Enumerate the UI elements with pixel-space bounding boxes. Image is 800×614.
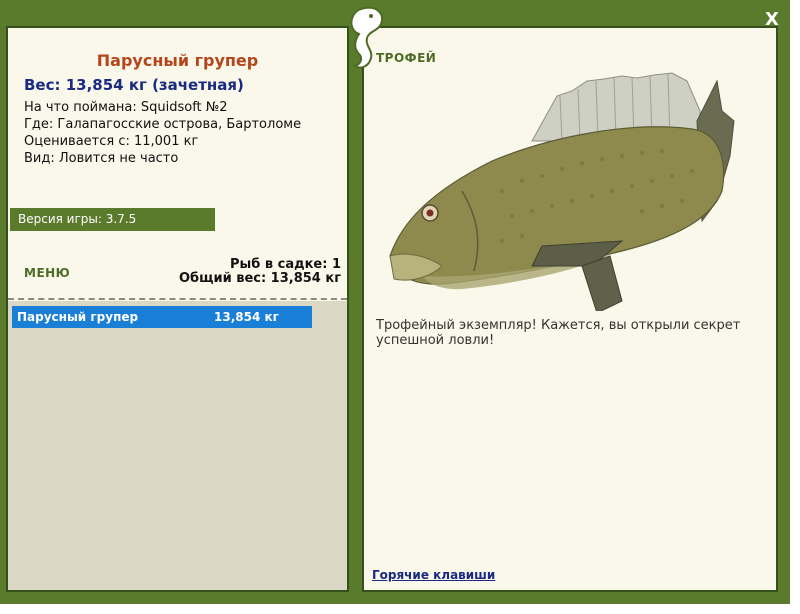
fish-weight: Вес: 13,854 кг (зачетная)	[24, 76, 244, 94]
close-icon: X	[765, 9, 779, 30]
catch-item-weight: 13,854 кг	[214, 310, 279, 324]
seahorse-logo-icon	[350, 6, 383, 69]
catch-item-name: Парусный групер	[17, 310, 139, 324]
fish-name-title: Парусный групер	[96, 51, 259, 70]
fish-location-info: Где: Галапагосские острова, Бартоломе	[24, 117, 302, 132]
total-weight-stat: Общий вес: 13,854 кг	[178, 271, 341, 286]
left-panel: Парусный групер Вес: 13,854 кг (зачетная…	[6, 26, 349, 592]
fish-rating-info: Оценивается с: 11,001 кг	[24, 134, 199, 149]
trophy-description: Трофейный экземпляр! Кажется, вы открыли…	[376, 318, 741, 348]
menu-button[interactable]: МЕНЮ	[24, 266, 70, 280]
fish-info-window: Парусный групер Вес: 13,854 кг (зачетная…	[0, 0, 790, 604]
right-panel: ТРОФЕЙ Трофейный экземпляр! Кажется, вы …	[362, 26, 778, 592]
hotkeys-link[interactable]: Горячие клавиши	[372, 568, 495, 582]
fish-rarity-info: Вид: Ловится не часто	[24, 151, 179, 166]
catch-list: Парусный групер 13,854 кг	[8, 301, 347, 590]
catch-list-item[interactable]: Парусный групер 13,854 кг	[12, 306, 312, 328]
close-button[interactable]: X	[762, 10, 782, 30]
fish-image	[389, 72, 735, 311]
fish-bait-info: На что поймана: Squidsoft №2	[24, 100, 228, 115]
list-divider	[8, 298, 347, 300]
fish-count-stat: Рыб в садке: 1	[229, 257, 341, 272]
game-version-bar: Версия игры: 3.7.5	[10, 208, 215, 231]
